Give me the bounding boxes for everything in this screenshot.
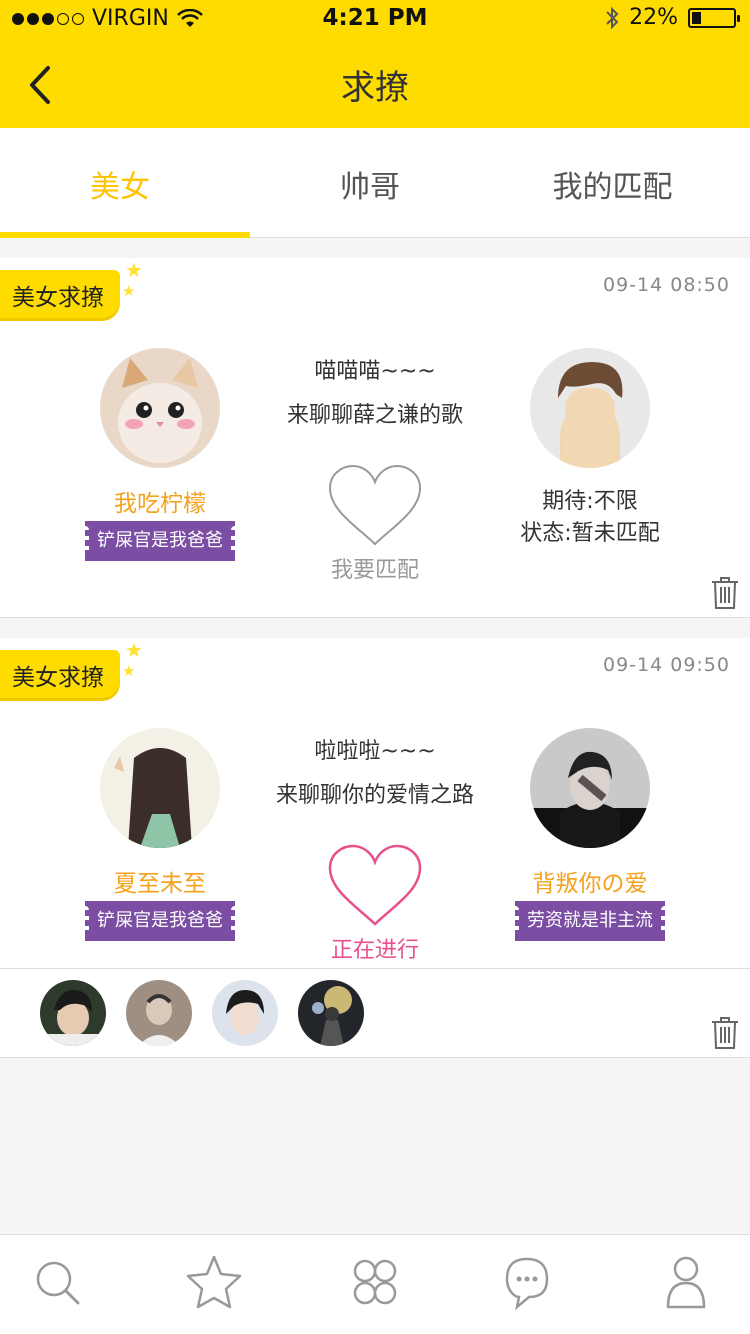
participant-avatar[interactable] (126, 980, 192, 1046)
user-name[interactable]: 我吃柠檬 (60, 484, 260, 518)
participant-avatar[interactable] (40, 980, 106, 1046)
bottom-nav (0, 1234, 750, 1334)
status-right: 22% (605, 5, 740, 30)
post-date: 09-14 09:50 (602, 654, 730, 676)
tab-beauty[interactable]: 美女 (0, 128, 240, 238)
ribbon-badge: 美女求撩 (0, 270, 120, 318)
trash-icon[interactable] (710, 576, 740, 610)
heart-active-icon[interactable] (326, 844, 424, 928)
match-label[interactable]: 我要匹配 (275, 552, 475, 584)
chat-icon[interactable] (487, 1249, 567, 1319)
expectation-text: 期待:不限 (542, 489, 638, 514)
user-tag: 铲屎官是我爸爸 (81, 521, 239, 561)
status-text: 状态:暂未匹配 (520, 521, 660, 546)
tab-my-matches[interactable]: 我的匹配 (490, 128, 735, 238)
user-tag: 劳资就是非主流 (511, 901, 669, 941)
user-name[interactable]: 背叛你の爱 (490, 864, 690, 898)
profile-icon[interactable] (646, 1249, 726, 1319)
in-progress-label[interactable]: 正在进行 (275, 932, 475, 964)
star-icon: ★ (122, 282, 136, 300)
star-icon: ★ (122, 662, 136, 680)
avatar[interactable] (100, 348, 220, 468)
trash-icon[interactable] (710, 1016, 740, 1050)
heart-match-button[interactable] (326, 464, 424, 548)
status-bar: VIRGIN 4:21 PM 22% (0, 0, 750, 40)
placeholder-avatar (530, 348, 650, 468)
star-icon: ★ (125, 258, 143, 282)
ribbon-label: 美女求撩 (12, 285, 104, 311)
search-icon[interactable] (18, 1249, 98, 1319)
message-line-1: 喵喵喵~~~ (314, 359, 436, 384)
ribbon-label: 美女求撩 (12, 665, 104, 691)
star-icon: ★ (125, 638, 143, 662)
header: VIRGIN 4:21 PM 22% 求撩 (0, 0, 750, 128)
user-tag: 铲屎官是我爸爸 (81, 901, 239, 941)
battery-percent: 22% (629, 5, 678, 30)
user-name[interactable]: 夏至未至 (60, 864, 260, 898)
post-date: 09-14 08:50 (602, 274, 730, 296)
tab-bar: 美女 帅哥 我的匹配 (0, 128, 750, 238)
avatar[interactable] (530, 728, 650, 848)
participant-avatar[interactable] (212, 980, 278, 1046)
message-line-1: 啦啦啦~~~ (314, 739, 436, 764)
match-card[interactable]: 美女求撩 ★ ★ 09-14 09:50 夏至未至 铲屎官是我爸爸 啦啦啦~~~… (0, 638, 750, 1058)
participant-avatar[interactable] (298, 980, 364, 1046)
tab-indicator (0, 232, 250, 238)
grid-icon[interactable] (335, 1249, 415, 1319)
bluetooth-icon (606, 6, 619, 29)
match-card[interactable]: 美女求撩 ★ ★ 09-14 08:50 我吃柠檬 铲屎官是我爸爸 喵喵喵~~~… (0, 258, 750, 618)
message-line-2: 来聊聊你的爱情之路 (275, 783, 474, 808)
avatar[interactable] (100, 728, 220, 848)
ribbon-badge: 美女求撩 (0, 650, 120, 698)
battery-icon (688, 7, 740, 28)
star-icon[interactable] (174, 1249, 254, 1319)
divider (0, 968, 750, 969)
page-title: 求撩 (341, 68, 409, 108)
tab-handsome[interactable]: 帅哥 (250, 128, 490, 238)
message-line-2: 来聊聊薛之谦的歌 (286, 403, 463, 428)
